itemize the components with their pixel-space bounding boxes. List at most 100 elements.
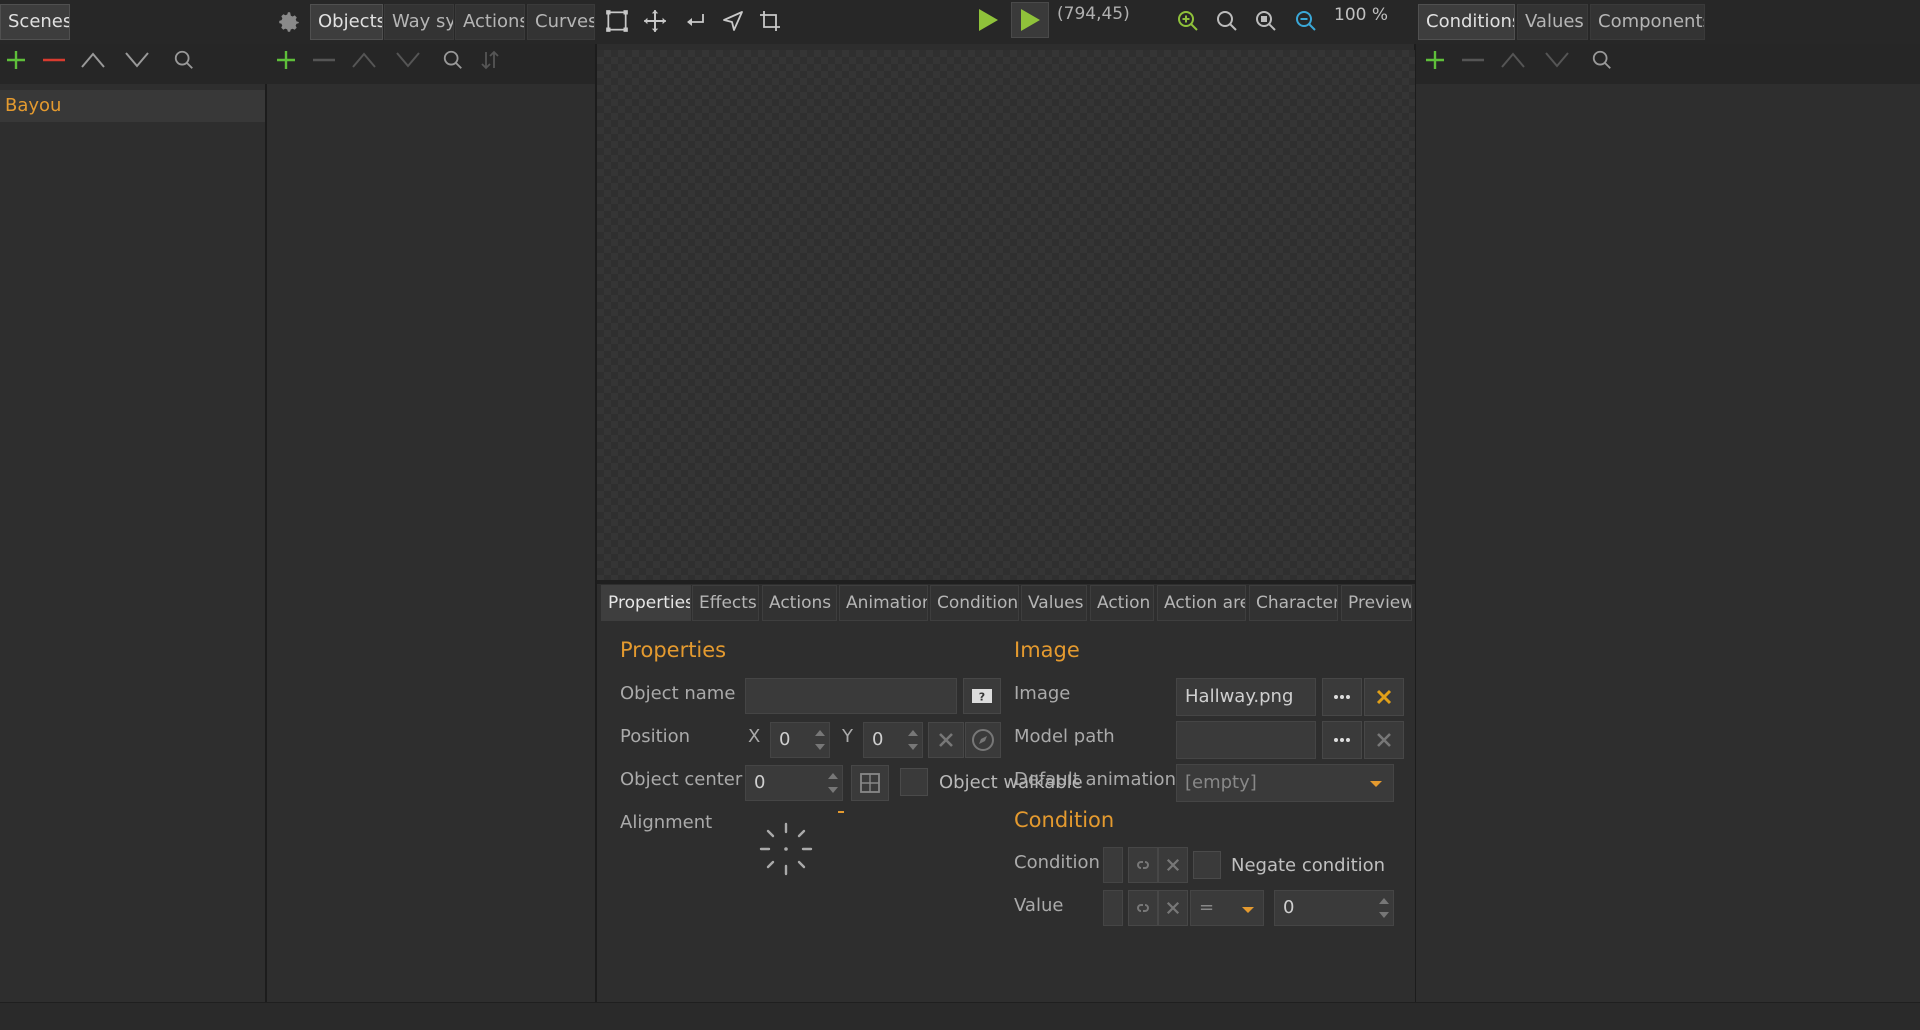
tab-way-systems[interactable]: Way sys xyxy=(384,4,454,40)
tab-objects[interactable]: Objects xyxy=(310,4,383,40)
value-variable-input[interactable] xyxy=(1103,890,1123,926)
move-up-icon[interactable] xyxy=(78,46,108,74)
zoom-out-icon[interactable] xyxy=(1290,5,1322,37)
add-object-icon[interactable] xyxy=(272,46,300,74)
move-icon[interactable] xyxy=(638,4,672,38)
play-scene-icon[interactable] xyxy=(1011,2,1049,38)
zoom-in-icon[interactable] xyxy=(1172,5,1204,37)
search-scenes-icon[interactable] xyxy=(170,46,198,74)
center-grid-icon xyxy=(860,773,880,793)
spin-arrows-icon[interactable] xyxy=(908,728,918,752)
condition-value-input[interactable]: 0 xyxy=(1274,890,1394,926)
link-icon xyxy=(1137,904,1149,912)
spin-arrows-icon[interactable] xyxy=(1379,896,1389,920)
pick-center-button[interactable] xyxy=(851,765,889,801)
move-down-icon[interactable] xyxy=(122,46,152,74)
tab-properties[interactable]: Properties xyxy=(601,585,691,621)
select-rect-icon[interactable] xyxy=(600,4,634,38)
tab-animations[interactable]: Animations xyxy=(839,585,928,621)
zoom-reset-icon[interactable] xyxy=(1211,5,1243,37)
clear-model-button[interactable] xyxy=(1364,721,1404,759)
position-y-input[interactable]: 0 xyxy=(863,722,923,758)
tab-values[interactable]: Values xyxy=(1517,4,1588,40)
tab-conditions-editor[interactable]: Conditions xyxy=(930,585,1019,621)
zoom-fit-icon[interactable] xyxy=(1250,5,1282,37)
conditions-panel xyxy=(1416,84,1920,1002)
crop-icon[interactable] xyxy=(753,4,787,38)
name-help-button[interactable]: ? xyxy=(963,678,1001,714)
pick-condition-button[interactable] xyxy=(1128,847,1158,883)
tab-preview[interactable]: Preview xyxy=(1341,585,1412,621)
condition-value: 0 xyxy=(1283,897,1295,918)
close-icon xyxy=(939,733,953,747)
tab-scenes[interactable]: Scenes xyxy=(0,4,70,40)
condition-move-up-icon[interactable] xyxy=(1498,46,1528,74)
object-move-up-icon[interactable] xyxy=(349,46,379,74)
compass-icon xyxy=(972,729,994,751)
image-title: Image xyxy=(1014,638,1080,662)
value-label: Value xyxy=(1014,895,1064,916)
tab-actions-editor[interactable]: Actions xyxy=(762,585,837,621)
objects-panel xyxy=(267,84,596,1002)
condition-label: Condition xyxy=(1014,852,1100,873)
add-scene-icon[interactable] xyxy=(2,46,30,74)
clear-value-button[interactable] xyxy=(1158,890,1188,926)
sort-icon[interactable] xyxy=(476,46,504,74)
object-name-input[interactable] xyxy=(745,678,957,714)
link-icon xyxy=(1137,861,1149,869)
remove-object-icon[interactable] xyxy=(310,46,338,74)
browse-model-button[interactable] xyxy=(1322,721,1362,759)
operator-select[interactable]: = xyxy=(1190,890,1264,926)
position-x-input[interactable]: 0 xyxy=(770,722,830,758)
tab-effects[interactable]: Effects xyxy=(692,585,759,621)
condition-move-down-icon[interactable] xyxy=(1542,46,1572,74)
tab-values-editor[interactable]: Values xyxy=(1021,585,1087,621)
image-input[interactable]: Hallway.png xyxy=(1176,678,1316,716)
negate-condition-checkbox[interactable] xyxy=(1193,851,1221,879)
model-path-label: Model path xyxy=(1014,726,1115,747)
gear-icon[interactable] xyxy=(272,5,306,39)
walkable-checkbox[interactable] xyxy=(900,768,928,796)
properties-title: Properties xyxy=(620,638,727,662)
scene-canvas[interactable] xyxy=(597,50,1415,580)
tab-action[interactable]: Action xyxy=(1090,585,1154,621)
default-animation-label: Default animation xyxy=(1014,769,1176,790)
condition-input[interactable] xyxy=(1103,847,1123,883)
image-label: Image xyxy=(1014,683,1071,704)
spin-arrows-icon[interactable] xyxy=(815,728,825,752)
cursor-coordinates: (794,45) xyxy=(1057,4,1130,24)
remove-scene-icon[interactable] xyxy=(40,46,68,74)
position-label: Position xyxy=(620,726,691,747)
object-center-value: 0 xyxy=(754,772,766,793)
object-move-down-icon[interactable] xyxy=(393,46,423,74)
clear-position-button[interactable] xyxy=(928,722,964,758)
y-label: Y xyxy=(842,726,853,747)
pick-position-button[interactable] xyxy=(965,722,1001,758)
tab-action-area[interactable]: Action area xyxy=(1157,585,1246,621)
tab-actions[interactable]: Actions xyxy=(455,4,525,40)
browse-image-button[interactable] xyxy=(1322,678,1362,716)
add-condition-icon[interactable] xyxy=(1421,46,1449,74)
return-arrow-icon[interactable] xyxy=(678,4,712,38)
model-path-input[interactable] xyxy=(1176,721,1316,759)
play-icon[interactable] xyxy=(972,3,1004,37)
pick-value-button[interactable] xyxy=(1128,890,1158,926)
alignment-marker xyxy=(838,811,844,813)
alignment-selector-icon[interactable] xyxy=(752,818,820,880)
navigate-arrow-icon[interactable] xyxy=(716,4,750,38)
search-conditions-icon[interactable] xyxy=(1588,46,1616,74)
clear-condition-button[interactable] xyxy=(1158,847,1188,883)
tab-curves[interactable]: Curves xyxy=(527,4,595,40)
search-objects-icon[interactable] xyxy=(439,46,467,74)
tab-components[interactable]: Components xyxy=(1590,4,1705,40)
default-animation-select[interactable]: [empty] xyxy=(1176,764,1394,802)
help-card-icon: ? xyxy=(972,689,992,704)
object-center-input[interactable]: 0 xyxy=(745,765,843,801)
tab-character[interactable]: Character xyxy=(1249,585,1338,621)
scene-list-item[interactable]: Bayou xyxy=(0,90,265,122)
spin-arrows-icon[interactable] xyxy=(828,771,838,795)
remove-condition-icon[interactable] xyxy=(1459,46,1487,74)
close-icon xyxy=(1376,689,1392,705)
clear-image-button[interactable] xyxy=(1364,678,1404,716)
tab-conditions[interactable]: Conditions xyxy=(1418,4,1515,40)
